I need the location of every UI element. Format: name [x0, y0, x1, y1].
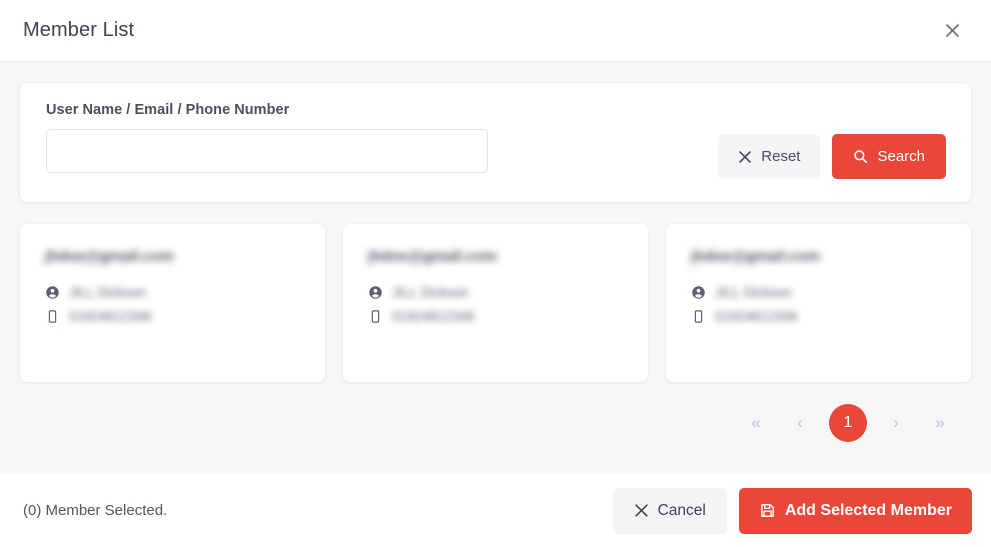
add-selected-member-button[interactable]: Add Selected Member — [738, 487, 972, 534]
account-circle-icon — [691, 285, 706, 300]
member-card[interactable]: jhdoe@gmail.com JILL Dickson 01924812346 — [666, 224, 971, 382]
member-phone-row: 01924812346 — [45, 307, 303, 326]
mobile-phone-icon — [45, 309, 60, 324]
search-panel: User Name / Email / Phone Number Reset S… — [20, 83, 971, 202]
member-card[interactable]: jhdoe@gmail.com JILL Dickson 01924812346 — [343, 224, 648, 382]
member-name: JILL Dickson — [392, 285, 469, 300]
modal-body: User Name / Email / Phone Number Reset S… — [0, 62, 991, 474]
member-phone: 01924812346 — [69, 309, 152, 324]
member-phone-row: 01924812346 — [368, 307, 626, 326]
cancel-button-label: Cancel — [657, 501, 706, 519]
pagination-next-button[interactable]: › — [881, 408, 911, 438]
selected-count-label: (0) Member Selected. — [23, 502, 168, 519]
member-email: jhdoe@gmail.com — [368, 248, 497, 265]
member-name-row: JILL Dickson — [691, 283, 949, 302]
search-field-block: User Name / Email / Phone Number — [46, 102, 488, 173]
member-name-row: JILL Dickson — [45, 283, 303, 302]
search-icon — [853, 149, 868, 164]
search-input[interactable] — [46, 129, 488, 173]
member-name-row: JILL Dickson — [368, 283, 626, 302]
member-card-grid: jhdoe@gmail.com JILL Dickson 01924812346… — [20, 224, 971, 382]
account-circle-icon — [45, 285, 60, 300]
member-email: jhdoe@gmail.com — [691, 248, 820, 265]
search-input-label: User Name / Email / Phone Number — [46, 102, 290, 118]
close-icon — [738, 150, 752, 164]
pagination-first-button[interactable]: « — [741, 408, 771, 438]
member-card[interactable]: jhdoe@gmail.com JILL Dickson 01924812346 — [20, 224, 325, 382]
page-title: Member List — [23, 19, 135, 41]
search-actions: Reset Search — [718, 134, 946, 179]
member-email: jhdoe@gmail.com — [45, 248, 174, 265]
member-phone-row: 01924812346 — [691, 307, 949, 326]
member-phone: 01924812346 — [392, 309, 475, 324]
pagination: « ‹ 1 › » — [20, 404, 971, 442]
member-list-modal: Member List User Name / Email / Phone Nu… — [0, 0, 991, 547]
search-button-label: Search — [877, 148, 925, 165]
member-name: JILL Dickson — [715, 285, 792, 300]
add-selected-member-label: Add Selected Member — [784, 501, 952, 519]
cancel-button[interactable]: Cancel — [612, 487, 727, 534]
member-name: JILL Dickson — [69, 285, 146, 300]
close-icon — [634, 503, 649, 518]
close-icon[interactable] — [935, 14, 969, 48]
mobile-phone-icon — [691, 309, 706, 324]
mobile-phone-icon — [368, 309, 383, 324]
modal-footer: (0) Member Selected. Cancel Add Selected… — [0, 474, 991, 547]
pagination-page-1[interactable]: 1 — [829, 404, 867, 442]
modal-header: Member List — [0, 0, 991, 62]
reset-button-label: Reset — [761, 148, 801, 165]
pagination-prev-button[interactable]: ‹ — [785, 408, 815, 438]
pagination-last-button[interactable]: » — [925, 408, 955, 438]
search-button[interactable]: Search — [832, 134, 946, 179]
footer-actions: Cancel Add Selected Member — [612, 487, 972, 534]
reset-button[interactable]: Reset — [718, 134, 821, 179]
save-icon — [759, 502, 776, 519]
account-circle-icon — [368, 285, 383, 300]
member-phone: 01924812346 — [715, 309, 798, 324]
